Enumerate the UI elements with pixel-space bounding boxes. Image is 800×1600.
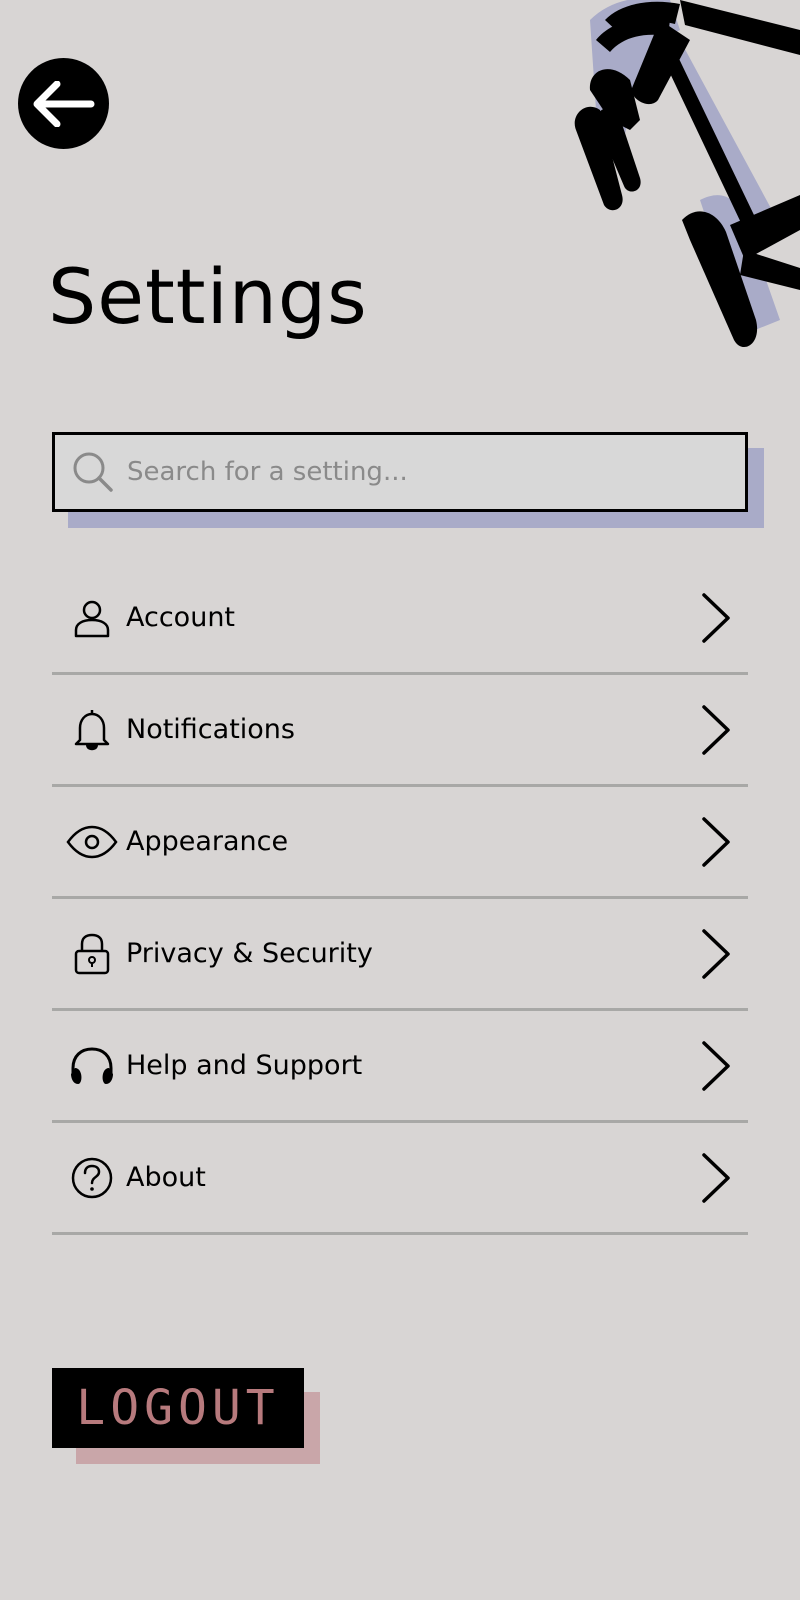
menu-item-notifications[interactable]: Notifications <box>52 675 748 787</box>
menu-item-label: Appearance <box>126 826 289 857</box>
question-circle-icon <box>66 1152 118 1204</box>
menu-item-appearance[interactable]: Appearance <box>52 787 748 899</box>
lock-icon <box>66 928 118 980</box>
chevron-right-icon <box>702 816 730 867</box>
menu-item-privacy-security[interactable]: Privacy & Security <box>52 899 748 1011</box>
settings-menu: Account Notifications Appearance Privacy… <box>52 563 748 1235</box>
chevron-right-icon <box>702 928 730 979</box>
menu-item-help-support[interactable]: Help and Support <box>52 1011 748 1123</box>
back-button[interactable] <box>18 58 109 149</box>
menu-item-account[interactable]: Account <box>52 563 748 675</box>
bell-icon <box>66 704 118 756</box>
page-title: Settings <box>48 252 368 341</box>
headphones-icon <box>66 1040 118 1092</box>
search-container <box>52 432 764 528</box>
search-icon <box>73 452 113 492</box>
chevron-right-icon <box>702 704 730 755</box>
menu-item-label: Help and Support <box>126 1050 363 1081</box>
menu-item-about[interactable]: About <box>52 1123 748 1235</box>
menu-item-label: Notifications <box>126 714 295 745</box>
search-input[interactable] <box>127 457 745 487</box>
person-icon <box>66 592 118 644</box>
chevron-right-icon <box>702 1040 730 1091</box>
menu-item-label: Account <box>126 602 236 633</box>
chevron-right-icon <box>702 592 730 643</box>
arrow-left-icon <box>33 80 94 127</box>
search-box[interactable] <box>52 432 748 512</box>
menu-item-label: Privacy & Security <box>126 938 373 969</box>
logout-container: LOGOUT <box>52 1368 322 1466</box>
eye-icon <box>66 816 118 868</box>
logout-button[interactable]: LOGOUT <box>52 1368 304 1448</box>
chevron-right-icon <box>702 1152 730 1203</box>
menu-item-label: About <box>126 1162 206 1193</box>
decorative-illustration <box>574 0 800 348</box>
